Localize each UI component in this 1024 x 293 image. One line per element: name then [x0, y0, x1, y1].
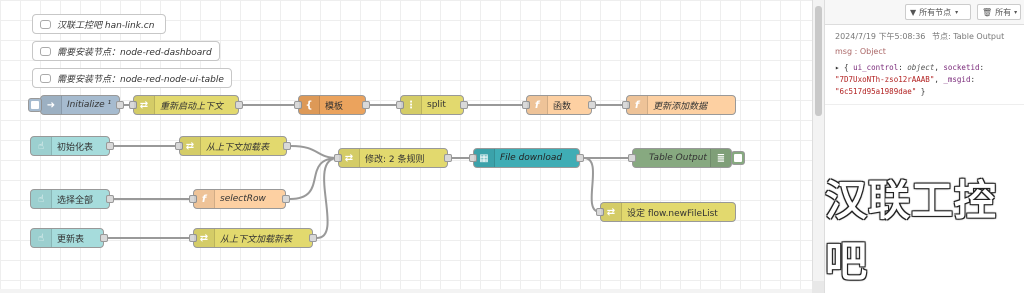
- sidebar-toolbar: ▼ 所有节点 ▾ 🗑 所有 ▾: [825, 0, 1024, 25]
- filter-nodes-dropdown[interactable]: ▼ 所有节点 ▾: [905, 4, 971, 20]
- node-reset-context[interactable]: ⇄ 重新启动上下文: [129, 95, 243, 115]
- hand-icon: ☝: [31, 229, 52, 247]
- node-load-new-table[interactable]: ⇄ 从上下文加载新表: [189, 228, 317, 248]
- flow-workspace[interactable]: 汉联工控吧 han-link.cn 需要安装节点：node-red-dashbo…: [0, 0, 812, 293]
- debug-toggle-button[interactable]: [731, 151, 745, 165]
- node-update-data[interactable]: f 更新添加数据: [622, 95, 736, 115]
- node-init-table[interactable]: ☝ 初始化表: [30, 136, 114, 156]
- horizontal-scrollbar[interactable]: [0, 289, 812, 293]
- comment-icon: [40, 46, 51, 56]
- input-port[interactable]: [628, 154, 636, 162]
- chevron-down-icon: ▾: [955, 8, 959, 16]
- inject-button[interactable]: [28, 98, 42, 112]
- node-file-download[interactable]: ▦ File download: [469, 148, 584, 168]
- function-icon: f: [627, 96, 648, 114]
- arrow-right-icon: ➜: [41, 96, 62, 114]
- wire: [289, 157, 339, 200]
- node-table-output[interactable]: Table Output ≣: [628, 148, 745, 168]
- node-template[interactable]: { 模板: [294, 95, 370, 115]
- output-port[interactable]: [283, 142, 291, 150]
- output-port[interactable]: [116, 101, 124, 109]
- shuffle-icon: ⇄: [194, 229, 215, 247]
- watermark-logo: 汉联工控吧: [825, 176, 998, 286]
- comment-note[interactable]: 需要安装节点：node-red-node-ui-table: [32, 68, 232, 88]
- shuffle-icon: ⇄: [180, 137, 201, 155]
- shuffle-icon: ⇄: [339, 149, 360, 167]
- wire: [290, 145, 339, 159]
- debug-message[interactable]: 2024/7/19 下午5:08:36 节点: Table Output msg…: [825, 25, 1024, 105]
- node-load-table[interactable]: ⇄ 从上下文加载表: [175, 136, 291, 156]
- output-port[interactable]: [100, 234, 108, 242]
- shuffle-icon: ⇄: [601, 203, 622, 221]
- function-icon: f: [527, 96, 548, 114]
- output-port[interactable]: [362, 101, 370, 109]
- vertical-scrollbar[interactable]: [812, 0, 824, 293]
- scrollbar-thumb[interactable]: [815, 6, 822, 116]
- message-meta: 2024/7/19 下午5:08:36 节点: Table Output: [835, 32, 1005, 41]
- node-initialize[interactable]: ➜ Initialize ¹: [28, 95, 124, 115]
- output-port[interactable]: [576, 154, 584, 162]
- comment-note[interactable]: 汉联工控吧 han-link.cn: [32, 14, 166, 34]
- node-change-rules[interactable]: ⇄ 修改: 2 条规则: [334, 148, 452, 168]
- wire: [316, 157, 339, 239]
- comment-icon: [40, 73, 51, 83]
- expand-triangle-icon[interactable]: ▸: [835, 63, 840, 72]
- output-port[interactable]: [106, 142, 114, 150]
- shuffle-icon: ⇄: [134, 96, 155, 114]
- node-select-row[interactable]: f selectRow: [189, 189, 290, 209]
- node-refresh-table[interactable]: ☝ 更新表: [30, 228, 108, 248]
- trash-icon: 🗑: [982, 7, 993, 17]
- output-port[interactable]: [444, 154, 452, 162]
- filter-icon: ▼: [910, 7, 917, 17]
- list-icon: ≣: [710, 149, 731, 167]
- function-icon: f: [194, 190, 215, 208]
- output-port[interactable]: [460, 101, 468, 109]
- message-payload[interactable]: ▸ { ui_control: object, socketid: "7D7Ux…: [835, 62, 1014, 98]
- node-select-all[interactable]: ☝ 选择全部: [30, 189, 114, 209]
- clear-all-dropdown[interactable]: 🗑 所有 ▾: [977, 4, 1021, 20]
- braces-icon: {: [299, 96, 320, 114]
- output-port[interactable]: [235, 101, 243, 109]
- hand-icon: ☝: [31, 190, 52, 208]
- comment-note[interactable]: 需要安装节点：node-red-dashboard: [32, 41, 220, 61]
- output-port[interactable]: [106, 195, 114, 203]
- hand-icon: ☝: [31, 137, 52, 155]
- debug-sidebar: ▼ 所有节点 ▾ 🗑 所有 ▾ 2024/7/19 下午5:08:36 节点: …: [824, 0, 1024, 293]
- node-split[interactable]: ⋮ split: [396, 95, 468, 115]
- comment-icon: [40, 19, 51, 29]
- node-set-filelist[interactable]: ⇄ 设定 flow.newFileList: [596, 202, 736, 222]
- output-port[interactable]: [309, 234, 317, 242]
- output-port[interactable]: [588, 101, 596, 109]
- wire: [583, 157, 601, 213]
- output-port[interactable]: [282, 195, 290, 203]
- split-icon: ⋮: [401, 96, 422, 114]
- scroll-corner: [812, 281, 824, 293]
- message-topic: msg : Object: [835, 47, 886, 56]
- chevron-down-icon: ▾: [1014, 8, 1018, 16]
- table-icon: ▦: [474, 149, 495, 167]
- node-function[interactable]: f 函数: [522, 95, 596, 115]
